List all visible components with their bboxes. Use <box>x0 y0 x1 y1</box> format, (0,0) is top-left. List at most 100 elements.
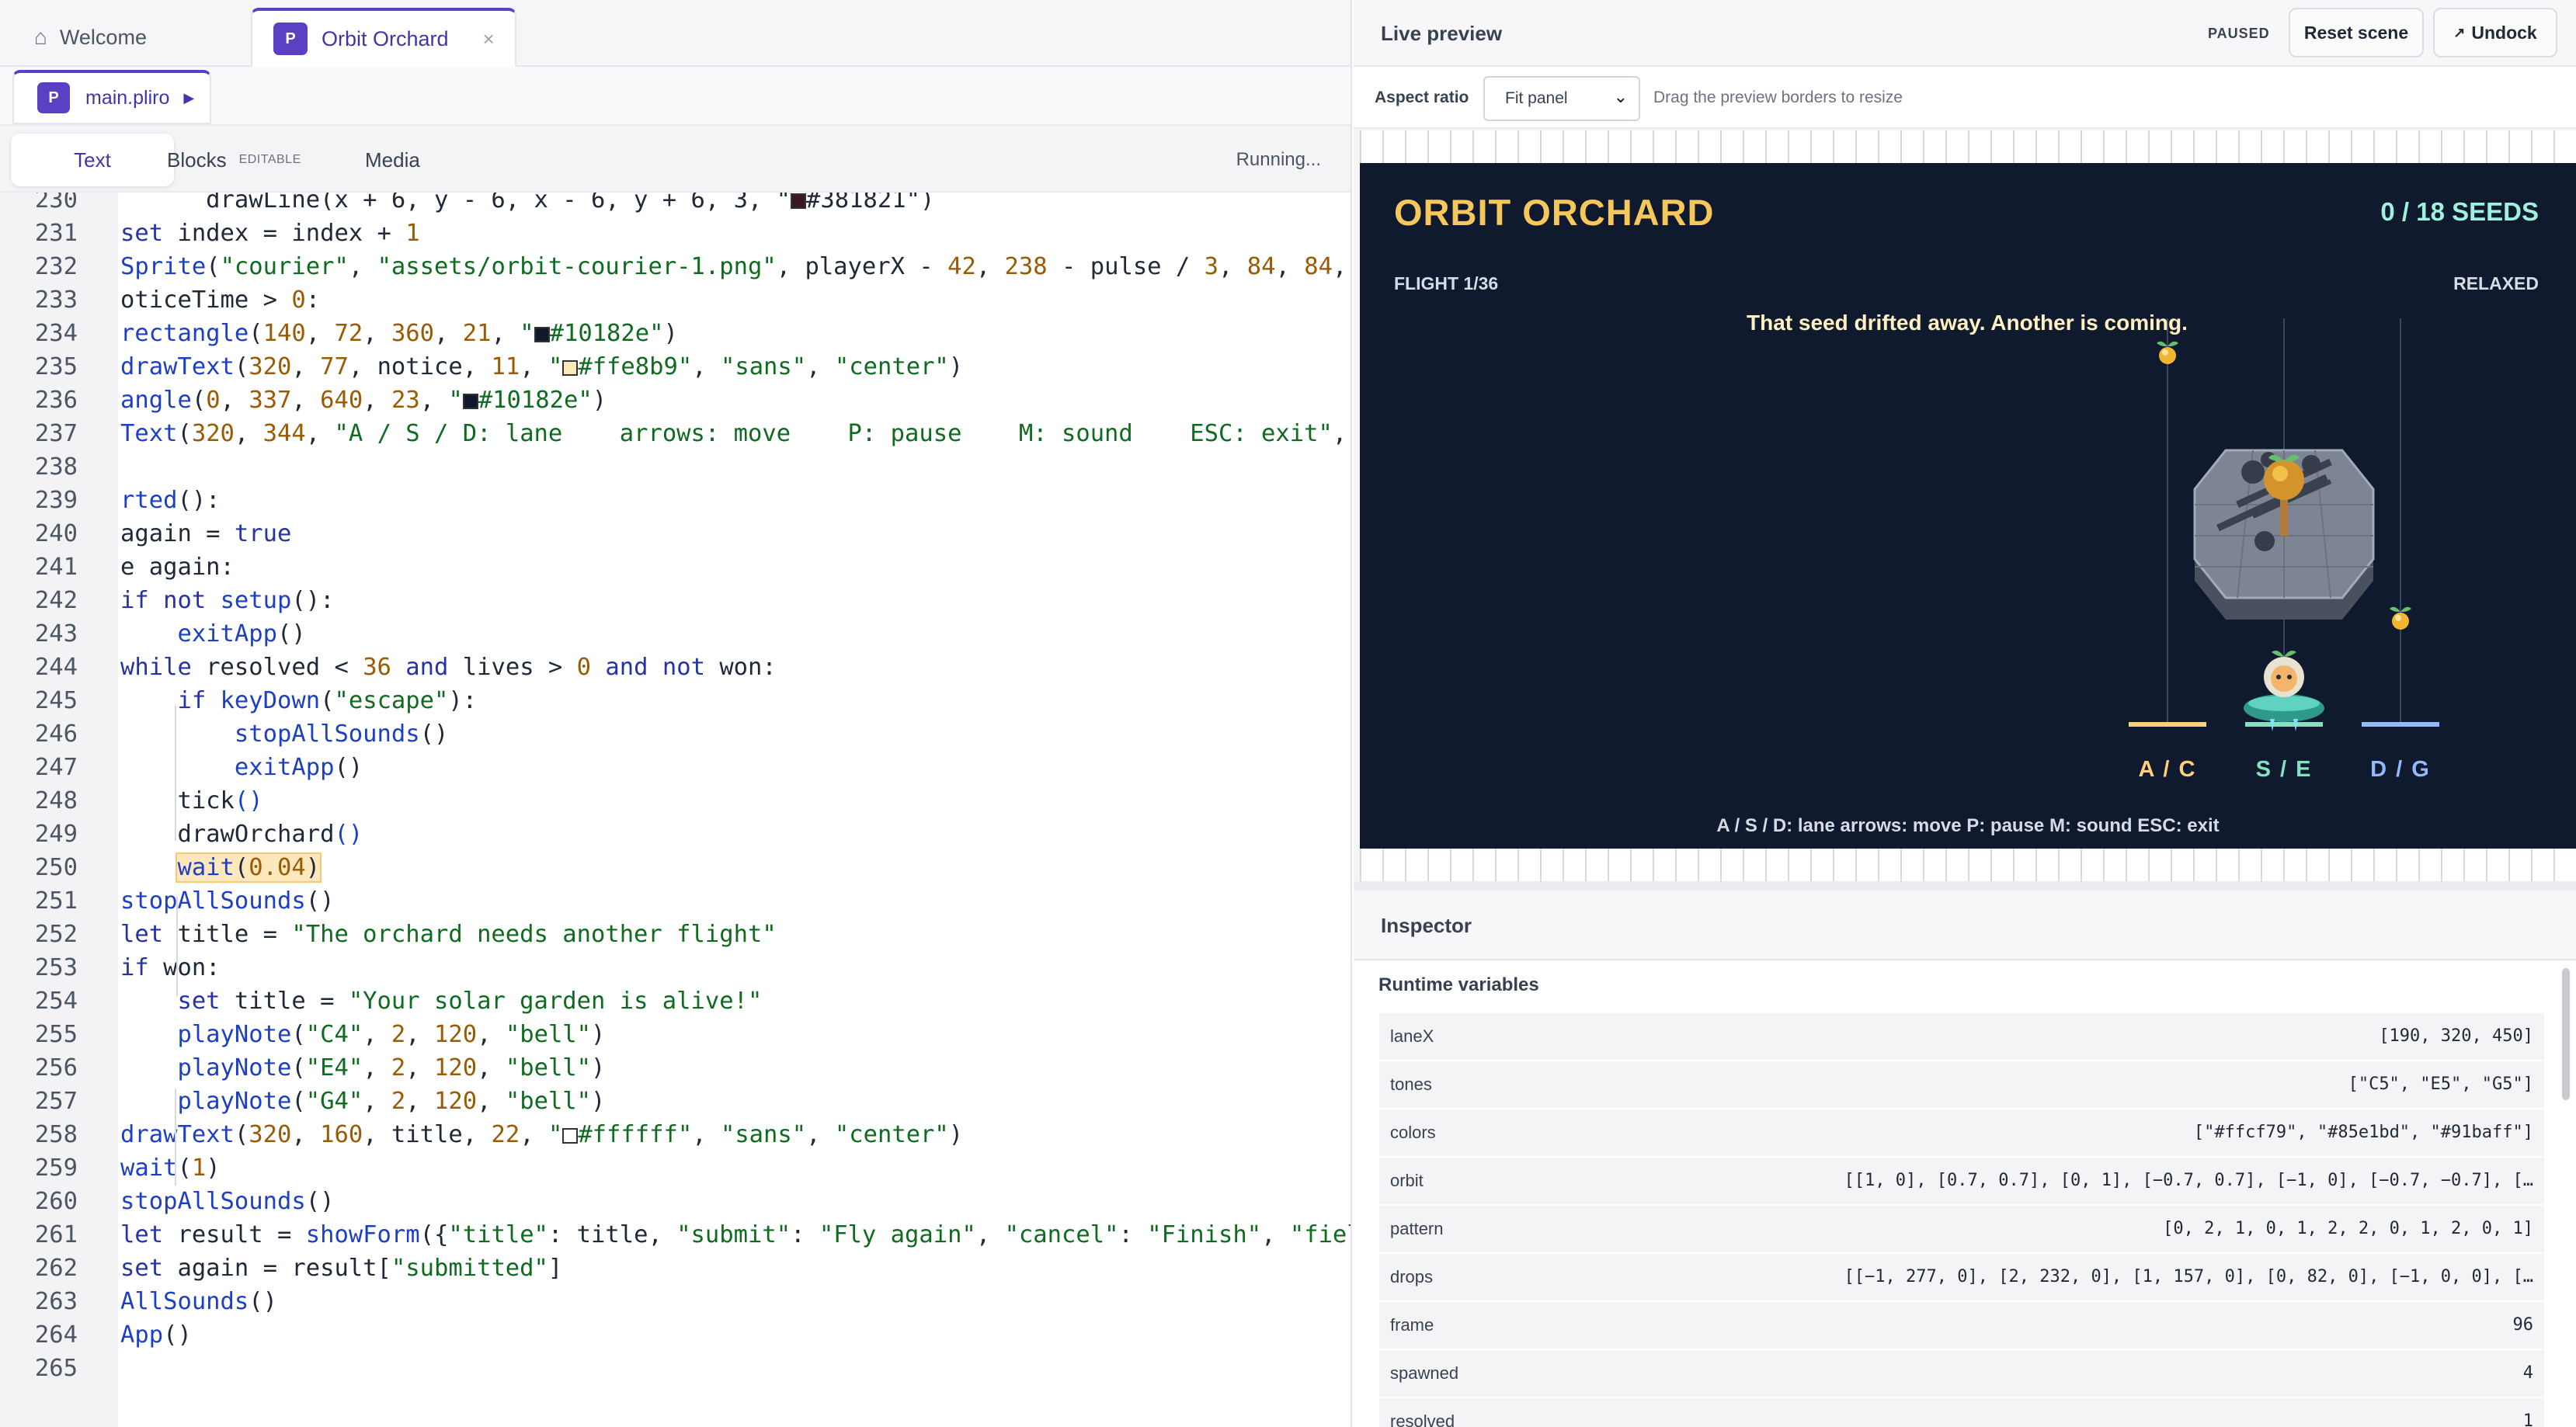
variable-value: [[−1, 277, 0], [2, 232, 0], [1, 157, 0],… <box>1844 1267 2533 1286</box>
external-arrow-icon: ↗ <box>2453 24 2466 40</box>
variable-row[interactable]: drops [[−1, 277, 0], [2, 232, 0], [1, 157… <box>1379 1254 2544 1302</box>
code-line[interactable]: 260 stopAllSounds() <box>0 1185 1351 1218</box>
right-pane: Live preview PAUSED Reset scene ↗ Undock… <box>1354 0 2576 1427</box>
variable-row[interactable]: spawned 4 <box>1379 1350 2544 1398</box>
inspector-scrollbar[interactable] <box>2562 968 2570 1100</box>
code-line[interactable]: 254 set title = "Your solar garden is al… <box>0 984 1351 1018</box>
code-line[interactable]: 257 playNote("G4", 2, 120, "bell") <box>0 1085 1351 1118</box>
indent-guide <box>175 706 176 841</box>
variable-row[interactable]: frame 96 <box>1379 1302 2544 1350</box>
code-line[interactable]: 263 AllSounds() <box>0 1285 1351 1318</box>
code-line[interactable]: 242 if not setup(): <box>0 584 1351 617</box>
code-line[interactable]: 261 let result = showForm({"title": title… <box>0 1218 1351 1252</box>
line-number: 233 <box>34 286 78 314</box>
game-notice: That seed drifted away. Another is comin… <box>1747 311 2188 335</box>
code-line[interactable]: 237 Text(320, 344, "A / S / D: lane arrow… <box>0 417 1351 450</box>
variable-row[interactable]: pattern [0, 2, 1, 0, 1, 2, 2, 0, 1, 2, 0,… <box>1379 1206 2544 1254</box>
indent-guide <box>175 1088 176 1186</box>
line-number: 259 <box>34 1154 78 1182</box>
variable-value: ["#ffcf79", "#85e1bd", "#91baff"] <box>2193 1123 2533 1142</box>
indent-guide <box>176 897 178 996</box>
line-number: 248 <box>34 787 78 814</box>
code-line[interactable]: 245 if keyDown("escape"): <box>0 684 1351 717</box>
variable-row[interactable]: colors ["#ffcf79", "#85e1bd", "#91baff"] <box>1379 1109 2544 1158</box>
project-badge-icon: P <box>37 82 70 113</box>
variable-row[interactable]: resolved 1 <box>1379 1398 2544 1427</box>
panel-splitter[interactable] <box>1354 881 2576 891</box>
tab-text-view[interactable]: Text <box>11 134 174 186</box>
tab-blocks-label: Blocks <box>167 148 227 172</box>
preview-header: Live preview PAUSED Reset scene ↗ Undock <box>1354 0 2576 67</box>
code-text: rectangle(140, 72, 360, 21, " #10182e") <box>120 320 678 347</box>
tab-welcome[interactable]: ⌂ Welcome <box>11 8 244 67</box>
game-canvas[interactable]: ORBIT ORCHARD 0 / 18 SEEDS FLIGHT 1/36 R… <box>1360 163 2576 849</box>
variable-row[interactable]: laneX [190, 320, 450] <box>1379 1013 2544 1061</box>
code-line[interactable]: 243 exitApp() <box>0 617 1351 651</box>
tab-orbit-orchard[interactable]: P Orbit Orchard × <box>251 8 516 67</box>
tab-blocks-view[interactable]: Blocks EDITABLE <box>167 134 301 186</box>
code-line[interactable]: 239 rted(): <box>0 484 1351 517</box>
code-line[interactable]: 233 oticeTime > 0: <box>0 283 1351 317</box>
code-line[interactable]: 244 while resolved < 36 and lives > 0 and… <box>0 651 1351 684</box>
resize-ruler-top[interactable] <box>1360 130 2576 163</box>
line-number: 250 <box>34 854 78 881</box>
code-line[interactable]: 251 stopAllSounds() <box>0 884 1351 918</box>
code-line[interactable]: 250 wait(0.04) <box>0 851 1351 884</box>
code-line[interactable]: 259 wait(1) <box>0 1151 1351 1185</box>
code-text: oticeTime > 0: <box>120 286 321 314</box>
variable-row[interactable]: orbit [[1, 0], [0.7, 0.7], [0, 1], [−0.7,… <box>1379 1158 2544 1206</box>
line-number: 243 <box>34 620 78 648</box>
code-line[interactable]: 236 angle(0, 337, 640, 23, " #10182e") <box>0 384 1351 417</box>
code-line[interactable]: 231 set index = index + 1 <box>0 217 1351 250</box>
seed-score: 0 / 18 SEEDS <box>2380 197 2539 226</box>
close-tab-icon[interactable]: × <box>483 27 495 51</box>
ide-window: ⌂ Welcome P Orbit Orchard × P main.pliro… <box>0 0 2576 1427</box>
tab-welcome-label: Welcome <box>59 25 147 49</box>
code-text: AllSounds() <box>120 1288 277 1315</box>
code-text: drawOrchard() <box>120 821 363 848</box>
code-line[interactable]: 248 tick() <box>0 784 1351 818</box>
code-line[interactable]: 262 set again = result["submitted"] <box>0 1252 1351 1285</box>
line-number: 265 <box>34 1355 78 1382</box>
code-text: stopAllSounds() <box>120 1188 335 1215</box>
variable-row[interactable]: tones ["C5", "E5", "G5"] <box>1379 1061 2544 1109</box>
code-line[interactable]: 247 exitApp() <box>0 751 1351 784</box>
file-tab-main[interactable]: P main.pliro ▶ <box>12 70 211 124</box>
undock-button[interactable]: ↗ Undock <box>2433 8 2557 57</box>
variable-name: tones <box>1390 1075 1432 1094</box>
code-line[interactable]: 235 drawText(320, 77, notice, 11, " #ffe8b… <box>0 350 1351 384</box>
lane-label-d: D / G <box>2370 757 2431 782</box>
inspector-header: Inspector <box>1354 891 2576 960</box>
code-line[interactable]: 253 if won: <box>0 951 1351 984</box>
code-line[interactable]: 256 playNote("E4", 2, 120, "bell") <box>0 1051 1351 1085</box>
code-line[interactable]: 234 rectangle(140, 72, 360, 21, " #10182e"… <box>0 317 1351 350</box>
code-line[interactable]: 255 playNote("C4", 2, 120, "bell") <box>0 1018 1351 1051</box>
play-icon[interactable]: ▶ <box>183 90 194 106</box>
code-line[interactable]: 241 e again: <box>0 550 1351 584</box>
code-text: drawText(320, 77, notice, 11, " #ffe8b9",… <box>120 353 964 380</box>
preview-title: Live preview <box>1381 21 1503 45</box>
aspect-ratio-bar: Aspect ratio Fit panel ⌄ Drag the previe… <box>1354 67 2576 129</box>
code-text: while resolved < 36 and lives > 0 and no… <box>120 654 777 681</box>
code-text: wait(0.04) <box>176 852 322 883</box>
code-line[interactable]: 252 let title = "The orchard needs anothe… <box>0 918 1351 951</box>
code-line[interactable]: 264 App() <box>0 1318 1351 1352</box>
code-line[interactable]: 240 again = true <box>0 517 1351 550</box>
aspect-ratio-select[interactable]: Fit panel ⌄ <box>1483 76 1640 121</box>
resize-ruler-bottom[interactable] <box>1360 849 2576 881</box>
code-line[interactable]: 230 drawLine(x + 6, y - 6, x - 6, y + 6,… <box>0 193 1351 217</box>
variable-value: 1 <box>2522 1411 2533 1427</box>
code-line[interactable]: 238 <box>0 450 1351 484</box>
code-line[interactable]: 249 drawOrchard() <box>0 818 1351 851</box>
code-line[interactable]: 246 stopAllSounds() <box>0 717 1351 751</box>
code-text: exitApp() <box>177 620 306 648</box>
line-number: 238 <box>34 453 78 481</box>
code-line[interactable]: 232 Sprite("courier", "assets/orbit-couri… <box>0 250 1351 283</box>
code-text: App() <box>120 1321 192 1349</box>
code-line[interactable]: 265 <box>0 1352 1351 1385</box>
code-editor[interactable]: 230 drawLine(x + 6, y - 6, x - 6, y + 6,… <box>0 193 1351 1427</box>
code-text: playNote("E4", 2, 120, "bell") <box>177 1054 606 1082</box>
reset-scene-button[interactable]: Reset scene <box>2289 8 2424 57</box>
tab-media-view[interactable]: Media <box>365 134 420 186</box>
code-line[interactable]: 258 drawText(320, 160, title, 22, " #fffff… <box>0 1118 1351 1151</box>
